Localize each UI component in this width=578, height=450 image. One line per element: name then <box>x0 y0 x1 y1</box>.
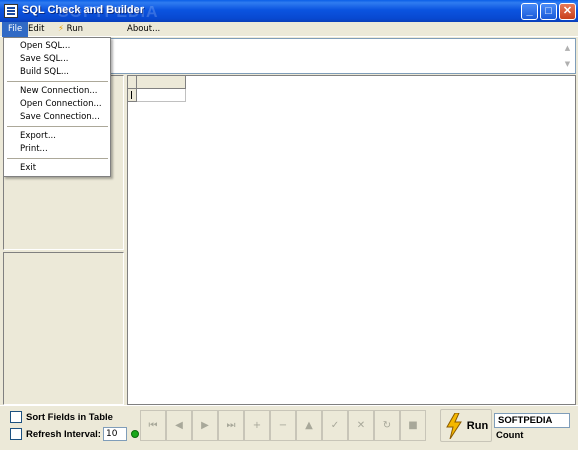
edit-record-button[interactable]: ▲ <box>296 410 322 441</box>
sort-fields-checkbox[interactable] <box>10 411 22 423</box>
refresh-interval-checkbox[interactable] <box>10 428 22 440</box>
menu-separator <box>7 158 108 159</box>
menu-exit[interactable]: Exit <box>4 162 110 174</box>
count-value: SOFTPEDIA <box>494 413 570 428</box>
grid-row-indicator <box>128 89 137 102</box>
menu-build-sql[interactable]: Build SQL... <box>4 66 110 78</box>
menu-about[interactable]: About... <box>121 22 166 37</box>
refresh-interval-label: Refresh Interval: <box>26 428 101 440</box>
insert-record-button[interactable]: + <box>244 410 270 441</box>
minimize-button[interactable]: _ <box>521 3 538 20</box>
menu-export[interactable]: Export... <box>4 130 110 142</box>
run-button[interactable]: Run <box>440 409 492 442</box>
menu-save-sql[interactable]: Save SQL... <box>4 53 110 65</box>
grid-column-header[interactable] <box>137 76 186 89</box>
grid-cell[interactable] <box>137 89 186 102</box>
lightning-bolt-icon: ⚡ <box>58 24 64 34</box>
cancel-record-button[interactable]: ✕ <box>348 410 374 441</box>
sort-fields-label: Sort Fields in Table <box>26 411 113 423</box>
menu-new-connection[interactable]: New Connection... <box>4 85 110 97</box>
menu-separator <box>7 126 108 127</box>
grid-corner <box>128 76 137 89</box>
status-indicator-icon <box>130 430 139 438</box>
menu-separator <box>7 81 108 82</box>
scroll-down-icon[interactable]: ▼ <box>561 56 574 72</box>
watermark: SOFTPEDIA <box>58 4 159 21</box>
stop-button[interactable]: ■ <box>400 410 426 441</box>
refresh-button[interactable]: ↻ <box>374 410 400 441</box>
lightning-bolt-icon <box>445 412 462 439</box>
file-menu-dropdown: Open SQL... Save SQL... Build SQL... New… <box>3 37 111 177</box>
menu-save-connection[interactable]: Save Connection... <box>4 111 110 123</box>
count-label: Count <box>496 430 524 441</box>
menu-edit[interactable]: Edit <box>22 22 50 37</box>
menu-open-sql[interactable]: Open SQL... <box>4 40 110 52</box>
result-grid[interactable] <box>127 75 576 405</box>
sort-fields-row: Sort Fields in Table <box>10 410 113 424</box>
post-record-button[interactable]: ✓ <box>322 410 348 441</box>
menu-open-connection[interactable]: Open Connection... <box>4 98 110 110</box>
first-record-button[interactable]: ⏮ <box>140 410 166 441</box>
prior-record-button[interactable]: ◀ <box>166 410 192 441</box>
maximize-button[interactable]: □ <box>540 3 557 20</box>
delete-record-button[interactable]: − <box>270 410 296 441</box>
menu-run-label: Run <box>66 24 83 34</box>
sql-editor[interactable]: ▲ ▼ <box>110 38 576 74</box>
menu-bar: File Edit ⚡ Run About... <box>0 22 578 37</box>
menu-run[interactable]: ⚡ Run <box>52 22 89 37</box>
refresh-interval-row: Refresh Interval: 10 <box>10 427 139 441</box>
next-record-button[interactable]: ▶ <box>192 410 218 441</box>
title-bar[interactable]: SQL Check and Builder SOFTPEDIA _ □ ✕ <box>0 0 578 22</box>
last-record-button[interactable]: ⏭ <box>218 410 244 441</box>
sql-scrollbar[interactable]: ▲ ▼ <box>561 40 574 72</box>
app-icon[interactable] <box>4 4 18 18</box>
menu-print[interactable]: Print... <box>4 143 110 155</box>
close-button[interactable]: ✕ <box>559 3 576 20</box>
scroll-up-icon[interactable]: ▲ <box>561 40 574 56</box>
field-list-panel[interactable] <box>3 252 124 405</box>
run-button-label: Run <box>466 419 489 432</box>
refresh-interval-input[interactable]: 10 <box>102 427 127 441</box>
